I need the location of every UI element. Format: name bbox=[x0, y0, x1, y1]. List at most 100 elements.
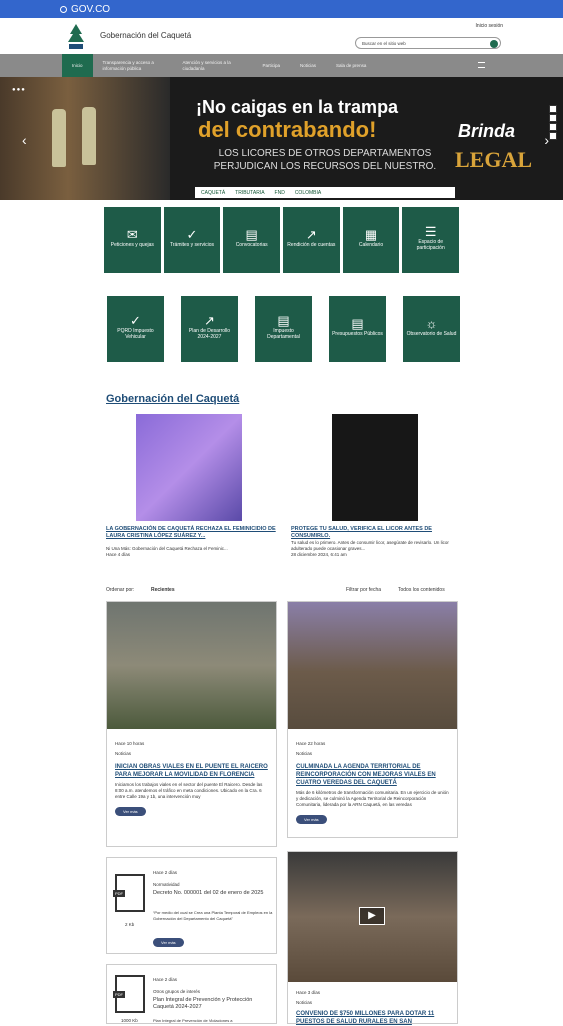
document-card[interactable]: PDF 2 Kb Hace 2 días Normatividad Decret… bbox=[106, 857, 277, 954]
video-thumbnail: ▶ bbox=[288, 852, 457, 982]
filter-row: Ordenar por: Recientes Filtrar por fecha… bbox=[106, 587, 458, 593]
gov-bar: GOV.CO bbox=[0, 0, 563, 18]
search-input[interactable]: Buscar en el sitio web bbox=[355, 37, 501, 49]
order-select[interactable]: Recientes bbox=[151, 587, 175, 593]
video-category: Noticias bbox=[296, 1000, 313, 1005]
nav-item-sala-prensa[interactable]: Sala de prensa bbox=[326, 54, 376, 77]
featured-desc: Tu salud es lo primero. Antes de consumi… bbox=[291, 540, 456, 558]
sponsor-tributaria: TRIBUTARIA bbox=[235, 189, 265, 196]
news-card[interactable]: Hace 22 horas Noticias CULMINADA LA AGEN… bbox=[287, 601, 458, 838]
banner-headline: ¡No caigas en la trampa bbox=[196, 97, 399, 117]
quick-links-row-1: ✉ Peticiones y quejas ✓ Trámites y servici… bbox=[104, 207, 460, 273]
list-icon: ☰ bbox=[424, 224, 437, 239]
legal-logo: LEGAL bbox=[455, 147, 533, 172]
gov-brand[interactable]: GOV.CO bbox=[71, 4, 110, 15]
site-header: Gobernación del Caquetá Inicio sesión Bu… bbox=[0, 18, 563, 54]
doc-category: Normatividad bbox=[153, 882, 180, 887]
doc-title[interactable]: Decreto No. 000001 del 02 de enero de 20… bbox=[153, 890, 273, 897]
tile-label: Convocatorias bbox=[235, 242, 268, 248]
carousel-prev-icon[interactable]: ‹ bbox=[22, 132, 27, 148]
file-type-tag: PDF bbox=[113, 890, 125, 897]
search-icon[interactable] bbox=[490, 39, 498, 48]
file-type-tag: PDF bbox=[113, 991, 125, 998]
read-more-button[interactable]: Ver más bbox=[115, 807, 146, 816]
doc-title[interactable]: Plan Integral de Prevención y Protección… bbox=[153, 997, 273, 1011]
nav-item-atencion[interactable]: Atención y servicios a la ciudadanía bbox=[173, 54, 253, 77]
tile-rendicion[interactable]: ↗ Rendición de cuentas bbox=[283, 207, 340, 273]
contrast-icon[interactable] bbox=[549, 105, 557, 113]
accessibility-icon[interactable] bbox=[549, 132, 557, 140]
featured-title[interactable]: PROTEGE TU SALUD, VERIFICA EL LICOR ANTE… bbox=[291, 526, 456, 540]
tile-label: Observatorio de Salud bbox=[406, 331, 457, 337]
news-image bbox=[288, 602, 457, 729]
tile-peticiones[interactable]: ✉ Peticiones y quejas bbox=[104, 207, 161, 273]
featured-image-brinda-legal[interactable] bbox=[332, 414, 418, 521]
filter-content-select[interactable]: Todos los contenidos bbox=[398, 587, 445, 593]
search-placeholder: Buscar en el sitio web bbox=[362, 41, 406, 46]
news-category: Noticias bbox=[296, 751, 313, 756]
tile-pqrd-vehicular[interactable]: ✓ PQRD Impuesto Vehicular bbox=[107, 296, 164, 362]
file-size: 1000 Kb bbox=[121, 1018, 138, 1023]
featured-desc-text: Tu salud es lo primero. Antes de consumi… bbox=[291, 540, 449, 551]
carousel-pause-icon[interactable]: ●●● bbox=[12, 87, 26, 93]
file-size: 2 Kb bbox=[125, 922, 135, 927]
tile-label: Espacio de participación bbox=[416, 239, 445, 251]
sponsor-caqueta: CAQUETÁ bbox=[201, 189, 226, 196]
filter-date-select[interactable]: Filtrar por fecha bbox=[346, 587, 381, 593]
read-more-button[interactable]: Ver más bbox=[296, 815, 327, 824]
document-icon: ▤ bbox=[277, 313, 290, 328]
quick-links-row-2: ✓ PQRD Impuesto Vehicular ↗ Plan de Desarr… bbox=[107, 296, 462, 362]
doc-desc: “Por medio del cual se Crea una Planta T… bbox=[153, 910, 273, 921]
banner-subtext: LOS LICORES DE OTROS DEPARTAMENTOS PERJU… bbox=[213, 148, 437, 172]
news-desc: Más de 6 kilómetros de transformación co… bbox=[296, 790, 449, 807]
featured-image-ni-una-menos[interactable] bbox=[136, 414, 242, 521]
sponsor-colombia: COLOMBIA bbox=[294, 189, 322, 196]
video-card[interactable]: ▶ Hace 3 días Noticias CONVENIO DE $750 … bbox=[287, 851, 458, 1025]
tile-impuesto[interactable]: ▤ Impuesto Departamental bbox=[255, 296, 312, 362]
nav-item-inicio[interactable]: Inicio bbox=[62, 54, 93, 77]
sponsor-logos: CAQUETÁ TRIBUTARIA FND COLOMBIA bbox=[195, 187, 455, 198]
news-card[interactable]: Hace 10 horas Noticias INICIAN OBRAS VIA… bbox=[106, 601, 277, 847]
video-time: Hace 3 días bbox=[296, 990, 321, 995]
tile-tramites[interactable]: ✓ Trámites y servicios bbox=[163, 207, 221, 273]
document-icon: ▤ bbox=[245, 227, 258, 242]
featured-title[interactable]: LA GOBERNACIÓN DE CAQUETÁ RECHAZA EL FEM… bbox=[106, 526, 276, 540]
tile-participacion[interactable]: ☰ Espacio de participación bbox=[402, 207, 460, 273]
doc-category: Otros grupos de interés bbox=[153, 989, 201, 994]
hero-banner[interactable]: ●●● ‹ › ¡No caigas en la trampa del cont… bbox=[0, 77, 563, 200]
read-more-button[interactable]: Ver más bbox=[153, 938, 184, 947]
news-time: Hace 22 horas bbox=[296, 741, 326, 746]
nav-item-noticias[interactable]: Noticias bbox=[290, 54, 326, 77]
sun-icon: ☼ bbox=[425, 316, 438, 331]
featured-time: 28 diciembre 2024, 6:41 am bbox=[291, 552, 347, 557]
tile-presupuestos[interactable]: ▤ Presupuestos Públicos bbox=[329, 296, 386, 362]
font-decrease-icon[interactable] bbox=[549, 123, 557, 131]
sponsor-fnd: FND bbox=[274, 189, 285, 196]
calendar-icon: ▦ bbox=[364, 227, 378, 242]
tile-label: Trámites y servicios bbox=[170, 242, 214, 248]
news-time: Hace 10 horas bbox=[115, 741, 145, 746]
tile-label: Impuesto Departamental bbox=[267, 328, 300, 340]
news-category: Noticias bbox=[115, 751, 132, 756]
pdf-file-icon: PDF bbox=[113, 874, 145, 912]
tile-calendario[interactable]: ▦ Calendario bbox=[342, 207, 400, 273]
tile-label: Presupuestos Públicos bbox=[332, 331, 383, 337]
news-title[interactable]: CULMINADA LA AGENDA TERRITORIAL DE REINC… bbox=[296, 763, 449, 787]
caqueta-logo-icon[interactable] bbox=[66, 22, 86, 52]
tile-observatorio[interactable]: ☼ Observatorio de Salud bbox=[403, 296, 460, 362]
tile-convocatorias[interactable]: ▤ Convocatorias bbox=[223, 207, 281, 273]
nav-item-transparencia[interactable]: Transparencia y acceso a información púb… bbox=[93, 54, 173, 77]
login-link[interactable]: Inicio sesión bbox=[475, 23, 503, 29]
tile-label: Peticiones y quejas bbox=[110, 242, 154, 248]
hamburger-menu-icon[interactable] bbox=[478, 62, 485, 68]
nav-item-participa[interactable]: Participa bbox=[253, 54, 291, 77]
tile-label: Plan de Desarrollo 2024-2027 bbox=[188, 328, 231, 340]
order-label: Ordenar por: bbox=[106, 587, 135, 593]
news-title[interactable]: INICIAN OBRAS VIALES EN EL PUENTE EL RAI… bbox=[115, 763, 268, 779]
play-icon[interactable]: ▶ bbox=[359, 907, 385, 925]
tile-plan-desarrollo[interactable]: ↗ Plan de Desarrollo 2024-2027 bbox=[181, 296, 238, 362]
font-increase-icon[interactable] bbox=[549, 114, 557, 122]
document-card[interactable]: PDF 1000 Kb Hace 2 días Otros grupos de … bbox=[106, 964, 277, 1024]
site-title[interactable]: Gobernación del Caquetá bbox=[100, 31, 191, 40]
section-title[interactable]: Gobernación del Caquetá bbox=[106, 393, 239, 405]
